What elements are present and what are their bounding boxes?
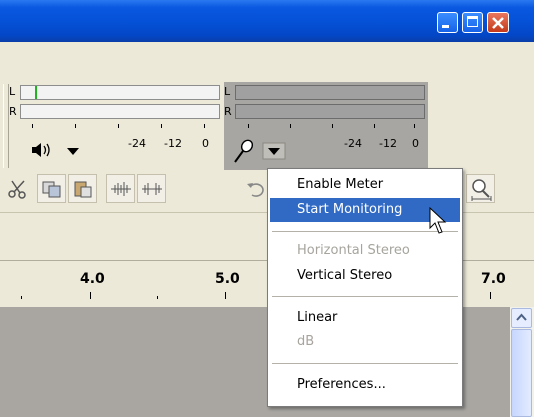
- meter-scale-0: 0: [412, 137, 419, 150]
- playback-meter-left-bar: [20, 85, 220, 100]
- minimize-icon: [442, 25, 449, 28]
- silence-icon: [141, 182, 162, 195]
- meter-tick: [161, 124, 162, 128]
- cut-button[interactable]: [3, 174, 32, 203]
- mouse-cursor-icon: [429, 207, 447, 234]
- close-icon: [492, 17, 504, 29]
- playback-meter-dropdown[interactable]: [61, 142, 85, 160]
- minimize-button[interactable]: [437, 12, 458, 33]
- zoom-icon: [471, 178, 491, 201]
- menu-item-linear[interactable]: Linear: [270, 306, 460, 330]
- window-titlebar: [0, 0, 534, 42]
- menu-separator: [272, 363, 458, 364]
- meter-level: [35, 86, 37, 99]
- trim-icon: [110, 181, 131, 196]
- paste-icon: [74, 181, 91, 197]
- menu-item-horizontal-stereo[interactable]: Horizontal Stereo: [270, 239, 460, 263]
- meter-channel-right-label: R: [9, 105, 17, 118]
- close-button[interactable]: [487, 12, 509, 33]
- meter-toolbar: L R -24 -12 0 L R -24 -12 0: [0, 82, 534, 170]
- meter-tick: [32, 124, 33, 128]
- maximize-button[interactable]: [462, 12, 483, 33]
- meter-tick: [332, 124, 333, 128]
- record-meter-left-bar: [235, 85, 425, 100]
- copy-button[interactable]: [37, 174, 66, 203]
- playback-meter-right-bar: [20, 104, 220, 119]
- meter-scale-minus12: -12: [164, 137, 182, 150]
- maximize-icon: [467, 16, 478, 27]
- chevron-down-icon: [262, 142, 286, 160]
- undo-button[interactable]: [240, 174, 269, 203]
- meter-tick: [414, 124, 415, 128]
- silence-button[interactable]: [137, 174, 166, 203]
- ruler-tick: [90, 292, 91, 299]
- ruler-tick: [21, 296, 22, 299]
- meter-tick: [118, 124, 119, 128]
- menu-item-vertical-stereo[interactable]: Vertical Stereo: [270, 264, 460, 288]
- undo-icon: [246, 182, 264, 197]
- ruler-tick: [490, 292, 491, 299]
- meter-tick: [374, 124, 375, 128]
- chevron-up-icon: [516, 313, 527, 321]
- ruler-tick: [157, 296, 158, 299]
- copy-icon: [42, 181, 60, 197]
- record-meter[interactable]: L R -24 -12 0: [224, 82, 428, 170]
- meter-tick: [75, 124, 76, 128]
- menu-separator: [272, 296, 458, 297]
- scissors-icon: [7, 179, 26, 199]
- meter-tick: [290, 124, 291, 128]
- zoom-toggle-button[interactable]: [466, 174, 495, 203]
- menu-item-db[interactable]: dB: [270, 330, 460, 354]
- meter-context-menu: Enable Meter Start Monitoring Horizontal…: [267, 168, 463, 407]
- meter-scale-minus24: -24: [344, 137, 362, 150]
- ruler-label-4: 4.0: [80, 271, 105, 287]
- toolbar-strip: [0, 42, 534, 83]
- ruler-label-7: 7.0: [481, 271, 506, 287]
- meter-channel-left-label: L: [224, 85, 231, 98]
- meter-scale-minus12: -12: [379, 137, 397, 150]
- microphone-icon: [234, 139, 254, 163]
- meter-scale-minus24: -24: [128, 137, 146, 150]
- meter-channel-left-label: L: [9, 85, 16, 98]
- trim-button[interactable]: [106, 174, 135, 203]
- scroll-up-button[interactable]: [511, 308, 532, 328]
- record-meter-dropdown[interactable]: [262, 142, 286, 160]
- meter-tick: [248, 124, 249, 128]
- menu-item-preferences[interactable]: Preferences...: [270, 373, 460, 397]
- ruler-label-5: 5.0: [215, 271, 240, 287]
- meter-scale-0: 0: [202, 137, 209, 150]
- chevron-down-icon: [67, 148, 79, 155]
- ruler-tick: [225, 292, 226, 299]
- record-meter-right-bar: [235, 104, 425, 119]
- menu-item-enable-meter[interactable]: Enable Meter: [270, 173, 460, 197]
- meter-channel-right-label: R: [224, 105, 232, 118]
- meter-tick: [204, 124, 205, 128]
- paste-button[interactable]: [68, 174, 97, 203]
- scrollbar-thumb[interactable]: [511, 329, 532, 417]
- speaker-icon: [32, 143, 50, 157]
- playback-meter[interactable]: L R -24 -12 0: [9, 82, 222, 170]
